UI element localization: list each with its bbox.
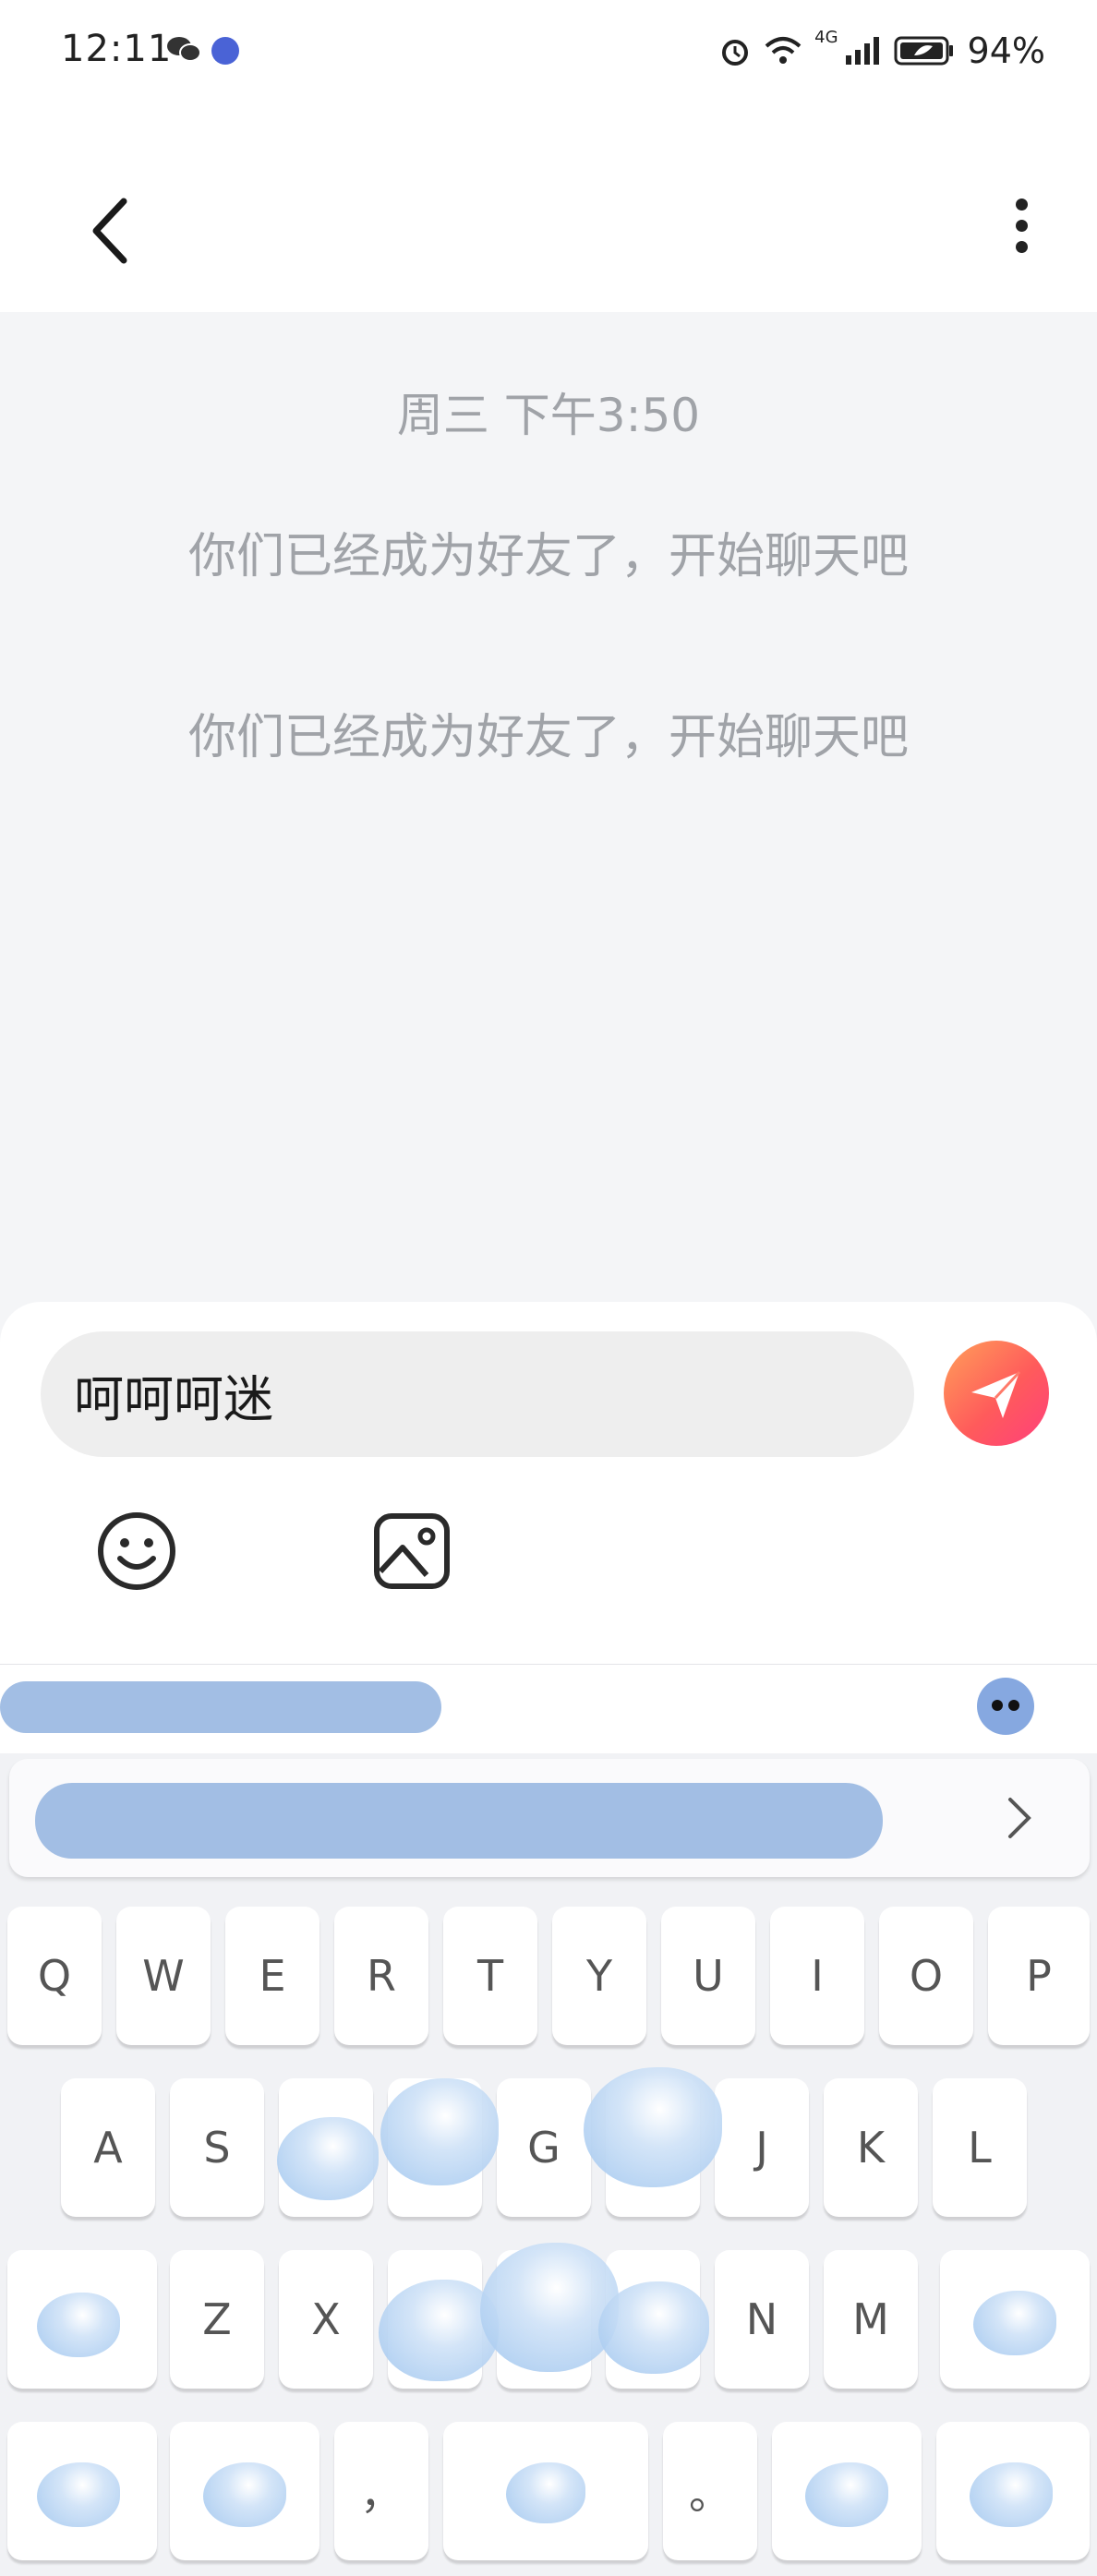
obscuring-blob bbox=[970, 2462, 1053, 2527]
key-r[interactable]: R bbox=[334, 1907, 428, 2045]
key-m[interactable]: M bbox=[824, 2250, 918, 2389]
battery-percent: 94% bbox=[967, 30, 1045, 71]
obscuring-blob bbox=[380, 2078, 499, 2185]
key-w[interactable]: W bbox=[116, 1907, 211, 2045]
obscuring-blob bbox=[480, 2243, 619, 2372]
chat-header bbox=[0, 111, 1097, 312]
obscuring-blob bbox=[37, 2462, 120, 2527]
network-type: 4G bbox=[814, 28, 838, 47]
wechat-icon bbox=[167, 37, 201, 62]
key-i[interactable]: I bbox=[770, 1907, 864, 2045]
battery-icon bbox=[894, 36, 953, 66]
wifi-icon bbox=[765, 37, 802, 64]
obscuring-blob bbox=[277, 2117, 379, 2200]
status-time: 12:11 bbox=[61, 28, 173, 70]
obscuring-blob bbox=[973, 2291, 1056, 2355]
key-comma[interactable]: ， bbox=[334, 2422, 428, 2560]
key-o[interactable]: O bbox=[879, 1907, 973, 2045]
key-period[interactable]: 。 bbox=[663, 2422, 757, 2560]
key-n[interactable]: N bbox=[715, 2250, 809, 2389]
key-s[interactable]: S bbox=[170, 2078, 264, 2217]
obscuring-blob bbox=[506, 2462, 585, 2523]
message-list[interactable]: 周三 下午3:50 你们已经成为好友了，开始聊天吧 你们已经成为好友了，开始聊天… bbox=[0, 312, 1097, 1302]
key-t[interactable]: T bbox=[443, 1907, 537, 2045]
vertical-dots-icon-dot bbox=[1015, 241, 1028, 253]
key-k[interactable]: K bbox=[824, 2078, 918, 2217]
system-message: 你们已经成为好友了，开始聊天吧 bbox=[187, 529, 909, 584]
obscuring-blob bbox=[598, 2281, 709, 2374]
paper-plane-icon bbox=[971, 1370, 1021, 1418]
redacted-toolbar-area bbox=[0, 1681, 441, 1733]
more-options-button[interactable] bbox=[1003, 199, 1040, 272]
key-y[interactable]: Y bbox=[552, 1907, 646, 2045]
vertical-dots-icon-dot bbox=[1015, 220, 1028, 232]
emoji-button[interactable] bbox=[96, 1511, 177, 1592]
redacted-candidates bbox=[35, 1783, 883, 1859]
vertical-dots-icon bbox=[1015, 199, 1028, 211]
status-indicators: 4G 94% bbox=[718, 28, 1045, 74]
obscuring-blob bbox=[203, 2462, 286, 2527]
message-input[interactable] bbox=[41, 1331, 914, 1457]
system-message: 你们已经成为好友了，开始聊天吧 bbox=[187, 710, 909, 765]
key-e[interactable]: E bbox=[225, 1907, 319, 2045]
message-timestamp: 周三 下午3:50 bbox=[396, 389, 701, 442]
chat-title-redacted bbox=[277, 240, 831, 295]
key-g[interactable]: G bbox=[497, 2078, 591, 2217]
composer-panel bbox=[0, 1302, 1097, 1664]
key-q[interactable]: Q bbox=[7, 1907, 102, 2045]
obscuring-blob bbox=[805, 2462, 888, 2527]
key-a[interactable]: A bbox=[61, 2078, 155, 2217]
obscuring-blob bbox=[379, 2280, 499, 2381]
koala-icon[interactable] bbox=[977, 1678, 1034, 1735]
key-l[interactable]: L bbox=[933, 2078, 1027, 2217]
back-button[interactable] bbox=[83, 194, 139, 268]
key-z[interactable]: Z bbox=[170, 2250, 264, 2389]
key-x[interactable]: X bbox=[279, 2250, 373, 2389]
signal-icon bbox=[845, 37, 879, 65]
send-button[interactable] bbox=[944, 1341, 1049, 1446]
key-u[interactable]: U bbox=[661, 1907, 755, 2045]
image-button[interactable] bbox=[371, 1511, 452, 1592]
ime-keyboard: Q W E R T Y U I O P A S G J K L Z X N M … bbox=[0, 1664, 1097, 2576]
chevron-right-icon[interactable] bbox=[995, 1790, 1042, 1846]
alarm-icon bbox=[722, 40, 749, 66]
obscuring-blob bbox=[37, 2293, 120, 2357]
key-p[interactable]: P bbox=[988, 1907, 1090, 2045]
status-bar: 12:11 4G 94% bbox=[0, 0, 1097, 111]
music-app-icon bbox=[211, 37, 239, 65]
obscuring-blob bbox=[584, 2067, 722, 2187]
key-j[interactable]: J bbox=[715, 2078, 809, 2217]
